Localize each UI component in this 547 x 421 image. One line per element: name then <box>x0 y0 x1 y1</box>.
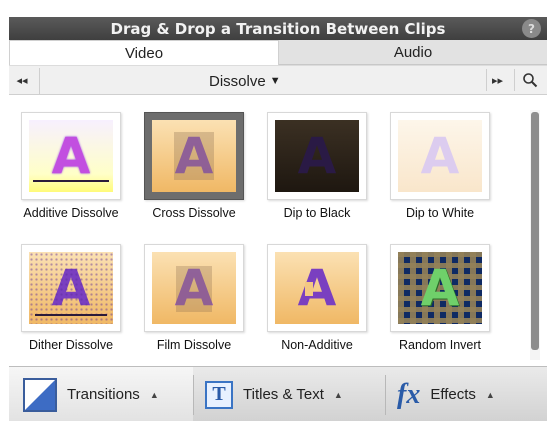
transition-thumbnail: A <box>267 112 367 200</box>
scrollbar-thumb[interactable] <box>531 112 539 350</box>
transition-dip-to-black[interactable]: A Dip to Black <box>257 112 377 220</box>
tab-video[interactable]: Video <box>9 40 279 65</box>
panel-title-bar: Drag & Drop a Transition Between Clips ? <box>9 17 547 40</box>
category-label: Dissolve <box>209 72 266 90</box>
transition-thumbnail: A <box>144 244 244 332</box>
double-left-arrow-icon: ◂◂ <box>16 73 28 87</box>
transition-label: Dip to White <box>405 206 475 220</box>
previous-category-button[interactable]: ◂◂ <box>11 69 33 91</box>
effects-button[interactable]: fx Effects ▲ <box>397 367 537 421</box>
fx-icon: fx <box>397 378 421 410</box>
caret-up-icon: ▲ <box>149 389 159 400</box>
transition-dither-dissolve[interactable]: A Dither Dissolve <box>11 244 131 352</box>
transition-film-dissolve[interactable]: A Film Dissolve <box>134 244 254 352</box>
next-category-button[interactable]: ▸▸ <box>486 69 508 91</box>
toolbar-divider <box>385 375 386 415</box>
nav-divider <box>39 68 40 94</box>
transition-dip-to-white[interactable]: A Dip to White <box>380 112 500 220</box>
transition-random-invert[interactable]: A Random Invert <box>380 244 500 352</box>
transition-additive-dissolve[interactable]: A Additive Dissolve <box>11 112 131 220</box>
toolbar-divider <box>193 375 194 415</box>
transitions-label: Transitions <box>67 386 140 403</box>
double-right-arrow-icon: ▸▸ <box>491 73 504 87</box>
transitions-grid: A Additive Dissolve A Cross Dissolve A D… <box>9 96 547 362</box>
transition-label: Dip to Black <box>283 206 351 220</box>
titles-text-label: Titles & Text <box>243 386 324 403</box>
grid-scrollbar[interactable] <box>530 110 540 360</box>
search-button[interactable] <box>514 69 544 91</box>
transition-thumbnail: A <box>144 112 244 200</box>
transition-thumbnail: A <box>21 112 121 200</box>
tab-audio[interactable]: Audio <box>279 40 547 65</box>
chevron-down-icon: ▼ <box>269 75 281 87</box>
category-dropdown[interactable]: Dissolve ▼ <box>209 66 281 96</box>
panel-title: Drag & Drop a Transition Between Clips <box>110 19 446 38</box>
bottom-toolbar: Transitions ▲ T Titles & Text ▲ fx Effec… <box>9 366 547 421</box>
category-nav-bar: ◂◂ Dissolve ▼ ▸▸ <box>9 65 547 95</box>
help-icon[interactable]: ? <box>522 19 541 38</box>
search-icon <box>522 73 537 88</box>
transitions-icon <box>23 377 57 412</box>
titles-icon: T <box>205 380 233 409</box>
transition-non-additive[interactable]: A Non-Additive <box>257 244 377 352</box>
effects-label: Effects <box>430 386 476 403</box>
transitions-button[interactable]: Transitions ▲ <box>9 367 193 421</box>
transition-cross-dissolve[interactable]: A Cross Dissolve <box>134 112 254 220</box>
transition-label: Random Invert <box>399 338 481 352</box>
transition-label: Additive Dissolve <box>23 206 119 220</box>
transition-thumbnail: A <box>267 244 367 332</box>
transition-label: Non-Additive <box>281 338 353 352</box>
transition-thumbnail: A <box>21 244 121 332</box>
transition-label: Dither Dissolve <box>28 338 114 352</box>
transition-label: Film Dissolve <box>156 338 232 352</box>
titles-text-button[interactable]: T Titles & Text ▲ <box>205 367 381 421</box>
caret-up-icon: ▲ <box>485 389 495 400</box>
media-tabs: Video Audio <box>9 40 547 65</box>
transition-thumbnail: A <box>390 112 490 200</box>
caret-up-icon: ▲ <box>333 389 343 400</box>
transition-thumbnail: A <box>390 244 490 332</box>
transition-label: Cross Dissolve <box>152 206 236 220</box>
